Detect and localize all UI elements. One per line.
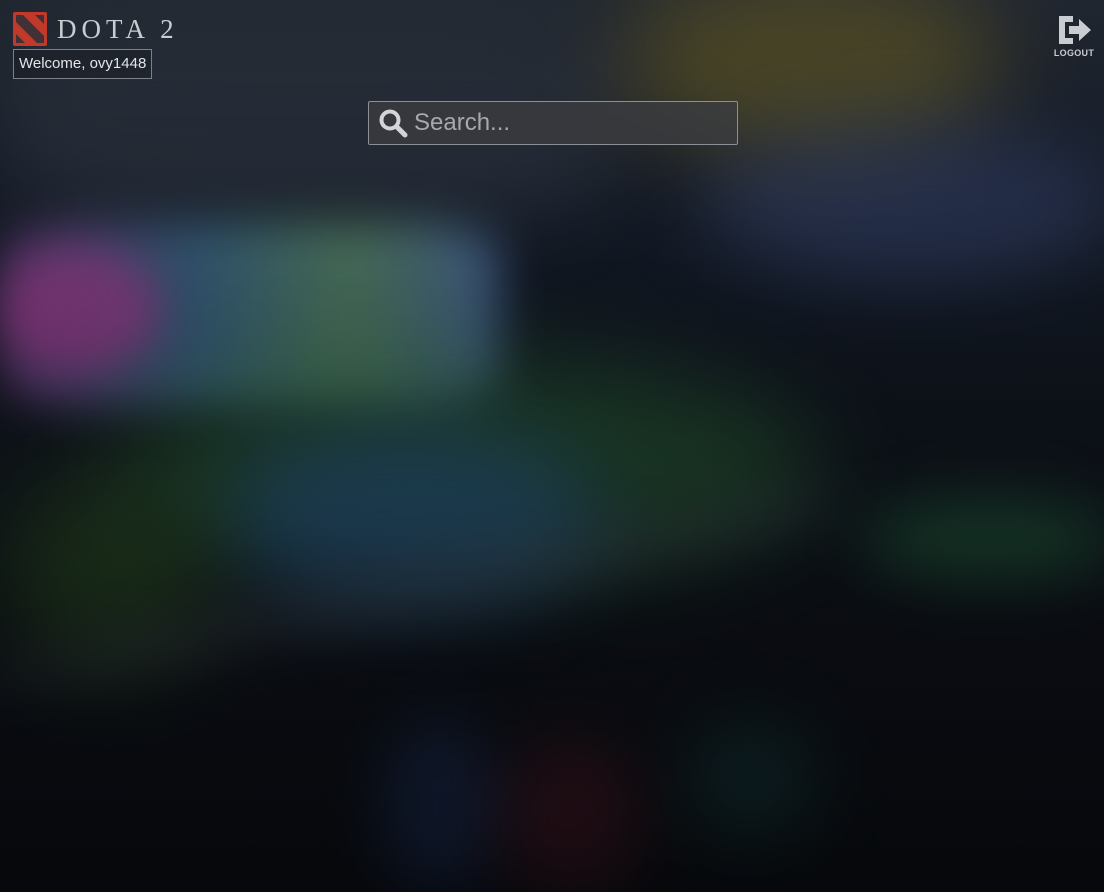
search-box[interactable]: [368, 101, 738, 145]
dota2-logo-icon: [13, 12, 47, 46]
brand-name: DOTA 2: [57, 14, 179, 44]
logout-icon: [1059, 16, 1091, 44]
welcome-message: Welcome, ovy1448: [13, 49, 153, 79]
dota2-logo[interactable]: DOTA 2: [13, 12, 179, 46]
search-input[interactable]: [414, 103, 729, 143]
search-icon: [379, 109, 408, 138]
logout-button[interactable]: LOGOUT: [1048, 14, 1100, 60]
logout-label: LOGOUT: [1053, 48, 1095, 58]
